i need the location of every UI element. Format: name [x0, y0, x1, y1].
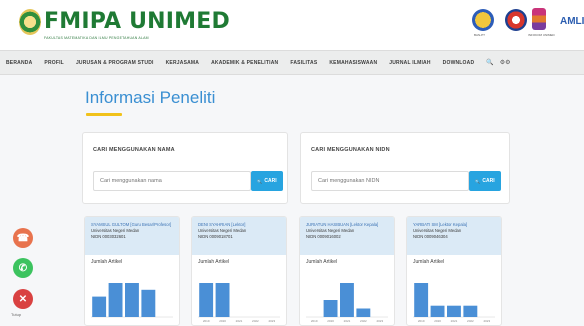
phone-icon: ☎	[16, 232, 30, 244]
chart-bar	[323, 300, 338, 317]
close-caption: Tutup	[11, 312, 22, 317]
chart-bar	[215, 283, 230, 317]
articles-chart: 2019 2020 2021 2022 2023	[198, 283, 280, 323]
chart-bar	[447, 305, 461, 317]
phone-button[interactable]: ☎	[13, 228, 33, 248]
search-by-nidn-card: CARI MENGGUNAKAN NIDN 🔍 CARI	[300, 132, 510, 204]
infokom-caption: INFOKOM UNIMED	[528, 33, 555, 37]
nav-item-download[interactable]: DOWNLOAD	[443, 60, 475, 66]
researcher-card[interactable]: YARBATI SM [Lektor Kepala] Universitas Ne…	[406, 216, 502, 326]
search-icon: 🔍	[257, 178, 263, 184]
nav-item-kemahasiswaan[interactable]: KEMAHASISWAAN	[329, 60, 377, 66]
whatsapp-icon: ✆	[18, 262, 28, 274]
search-icon: 🔍	[475, 178, 481, 184]
search-icon[interactable]: 🔍	[486, 59, 493, 66]
chart-bar	[199, 283, 214, 317]
chart-bar	[430, 305, 445, 317]
researcher-nidn: NIDN 0009046304	[413, 234, 448, 239]
chart-bar	[92, 296, 107, 317]
accreditation-seal-icon[interactable]	[505, 9, 527, 31]
brand-title[interactable]: FMIPA UNIMED	[44, 9, 230, 34]
chart-bar	[340, 283, 354, 317]
close-button[interactable]: ✕	[13, 289, 33, 309]
researcher-card[interactable]: SYAMSUL GULTOM [Guru Besar/Profesor] Univ…	[84, 216, 180, 326]
search-by-name-label: CARI MENGGUNAKAN NAMA	[93, 147, 175, 153]
nav-item-akademik[interactable]: AKADEMIK & PENELITIAN	[211, 60, 278, 66]
chart-bar	[463, 305, 478, 317]
site-header: FMIPA UNIMED FAKULTAS MATEMATIKA DAN ILM…	[0, 0, 584, 50]
ban-pt-caption: BAN-PT	[474, 33, 486, 37]
articles-chart: 2019 2020 2021 2022 2023	[413, 283, 495, 323]
page-title: Informasi Peneliti	[85, 88, 216, 107]
close-icon: ✕	[18, 293, 28, 305]
articles-chart	[91, 283, 173, 318]
ban-pt-logo-icon[interactable]	[472, 9, 494, 31]
infokom-logo-icon[interactable]	[532, 8, 546, 30]
chart-bar	[141, 289, 156, 317]
name-search-input[interactable]	[93, 171, 251, 191]
nidn-search-button[interactable]: 🔍 CARI	[469, 171, 501, 191]
brand-subtitle: FAKULTAS MATEMATIKA DAN ILMU PENGETAHUAN…	[44, 36, 149, 40]
title-underline	[86, 113, 122, 116]
nidn-search-input[interactable]	[311, 171, 469, 191]
search-by-name-card: CARI MENGGUNAKAN NAMA 🔍 CARI	[82, 132, 288, 204]
search-by-nidn-label: CARI MENGGUNAKAN NIDN	[311, 147, 390, 153]
name-search-button-label: CARI	[264, 178, 277, 184]
unimed-logo-icon[interactable]	[19, 9, 41, 35]
nav-item-jurnal[interactable]: JURNAL ILMIAH	[389, 60, 430, 66]
whatsapp-button[interactable]: ✆	[13, 258, 33, 278]
researcher-card-header: DENI SYAHRIAN [Lektor] Universitas Negeri…	[192, 217, 286, 255]
researcher-nidn: NIDN 0009016002	[306, 234, 341, 239]
language-icon[interactable]: ⚙⚙	[500, 59, 511, 66]
nidn-search-button-label: CARI	[482, 178, 495, 184]
main-nav: BERANDA PROFIL JURUSAN & PROGRAM STUDI K…	[0, 50, 584, 75]
researcher-nidn: NIDN 0003032601	[91, 234, 126, 239]
nav-item-profil[interactable]: PROFIL	[44, 60, 64, 66]
nav-item-jurusan[interactable]: JURUSAN & PROGRAM STUDI	[76, 60, 154, 66]
researcher-card-header: YARBATI SM [Lektor Kepala] Universitas Ne…	[407, 217, 501, 255]
researcher-card-header: JURIATUN HASIBUAN [Lektor Kepala] Univers…	[300, 217, 394, 255]
researcher-nidn: NIDN 0009018701	[198, 234, 233, 239]
nav-item-beranda[interactable]: BERANDA	[6, 60, 32, 66]
nav-item-fasilitas[interactable]: FASILITAS	[290, 60, 317, 66]
chart-bar	[125, 283, 139, 317]
nav-item-kerjasama[interactable]: KERJASAMA	[166, 60, 199, 66]
chart-bar	[414, 283, 429, 317]
researcher-card[interactable]: DENI SYAHRIAN [Lektor] Universitas Negeri…	[191, 216, 287, 326]
name-search-button[interactable]: 🔍 CARI	[251, 171, 283, 191]
chart-bar	[108, 283, 123, 317]
amli-logo[interactable]: AMLI	[560, 16, 584, 27]
articles-chart: 2019 2020 2021 2022 2023	[306, 283, 388, 323]
researcher-card[interactable]: JURIATUN HASIBUAN [Lektor Kepala] Univers…	[299, 216, 395, 326]
chart-bar	[356, 308, 371, 317]
researcher-card-header: SYAMSUL GULTOM [Guru Besar/Profesor] Univ…	[85, 217, 179, 255]
